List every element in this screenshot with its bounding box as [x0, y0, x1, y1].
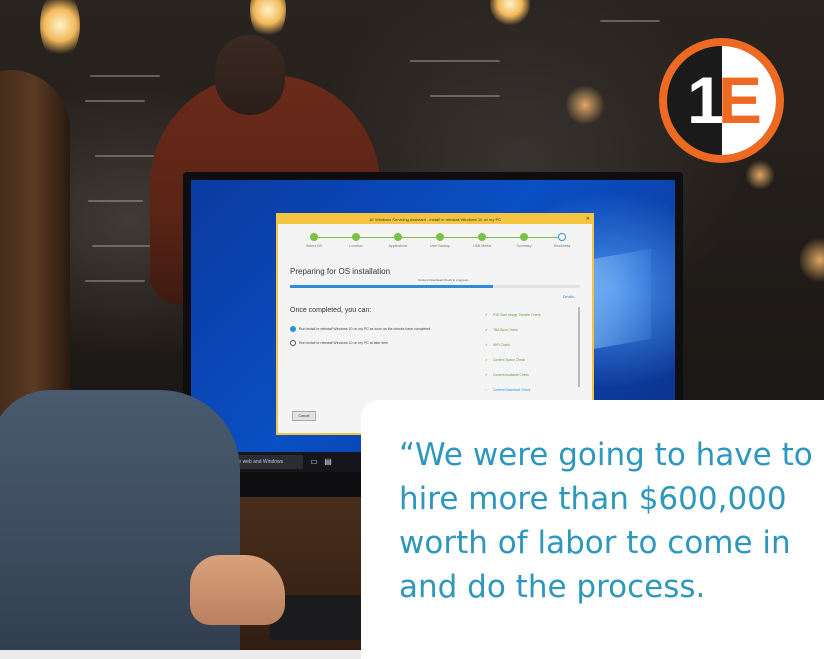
keyboard [270, 595, 370, 640]
progress-label: Content Download Check in progress... [418, 278, 471, 282]
bokeh-light [745, 160, 775, 190]
checkmark-icon: ✔ [485, 358, 488, 362]
chalk-line [90, 75, 160, 77]
checkmark-icon [436, 233, 444, 241]
current-step-icon [558, 233, 566, 241]
step-location[interactable]: Location [336, 233, 376, 248]
step-select-os[interactable]: Select OS [294, 233, 334, 248]
readiness-checks-list: ✔ PXE Boot Image Transfer Check ✔ TBA Sync… [485, 310, 577, 400]
quote-card: “We were going to have to hire more than… [361, 400, 824, 659]
background-person-head [215, 35, 285, 115]
checkmark-icon: ✔ [485, 328, 488, 332]
check-item: ✔ TBA Sync Check [485, 328, 518, 332]
check-item: ◌ Content Download Check [485, 388, 531, 392]
chalk-line [430, 95, 500, 97]
wizard-steps: Select OS Location Applications User Bac… [288, 233, 578, 255]
bottom-strip [0, 650, 361, 659]
explorer-icon[interactable]: ▤ [323, 456, 333, 468]
step-readiness[interactable]: Readiness [542, 233, 582, 248]
dialog-heading: Preparing for OS installation [290, 267, 391, 276]
checkmark-icon [520, 233, 528, 241]
dialog-subheading: Once completed, you can: [290, 307, 372, 314]
check-item: ✔ Content Space Check [485, 358, 526, 362]
checkmark-icon [394, 233, 402, 241]
check-item: ✔ WiFi Check [485, 343, 510, 347]
light-bulb [250, 0, 286, 40]
checkmark-icon: ✔ [485, 373, 488, 377]
quote-text: “We were going to have to hire more than… [399, 437, 813, 605]
option-install-later[interactable]: Run install or reinstall Windows 10 on m… [290, 340, 388, 346]
option-install-now[interactable]: Run install or reinstall Windows 10 on m… [290, 326, 430, 332]
chalk-line [95, 155, 160, 157]
chalk-line [85, 280, 145, 282]
light-bulb [490, 0, 530, 26]
step-usb-media[interactable]: USB Media [462, 233, 502, 248]
checkmark-icon: ✔ [485, 343, 488, 347]
checkmark-icon [478, 233, 486, 241]
check-item: ✔ Content Available Check [485, 373, 529, 377]
chalk-line [88, 200, 143, 202]
chalk-line [410, 60, 500, 62]
chalk-line [85, 100, 145, 102]
step-applications[interactable]: Applications [378, 233, 418, 248]
details-link[interactable]: Details... [563, 295, 577, 299]
step-summary[interactable]: Summary [504, 233, 544, 248]
bokeh-light [800, 235, 824, 285]
logo-inner: 1E [667, 46, 776, 155]
logo-text: 1E [687, 63, 762, 137]
progress-fill [290, 285, 493, 288]
bokeh-light [565, 85, 605, 125]
checkmark-icon [352, 233, 360, 241]
radio-icon[interactable] [290, 340, 296, 346]
close-icon[interactable]: ✕ [586, 215, 590, 224]
checkmark-icon [310, 233, 318, 241]
chalk-line [600, 20, 660, 22]
light-bulb [40, 0, 80, 60]
checkmark-icon: ✔ [485, 313, 488, 317]
check-item: ✔ PXE Boot Image Transfer Check [485, 313, 541, 317]
step-user-backup[interactable]: User Backup [420, 233, 460, 248]
company-logo: 1E [659, 38, 784, 163]
in-progress-icon: ◌ [485, 388, 487, 392]
cancel-button[interactable]: Cancel [292, 411, 316, 421]
task-view-icon[interactable]: ▭ [309, 456, 319, 468]
scrollbar[interactable] [578, 307, 580, 387]
radio-icon[interactable] [290, 326, 296, 332]
foreground-person-hand [190, 555, 285, 625]
progress-bar [290, 285, 580, 288]
dialog-title-bar: 1E Windows Servicing Assistant - Install… [278, 215, 592, 224]
